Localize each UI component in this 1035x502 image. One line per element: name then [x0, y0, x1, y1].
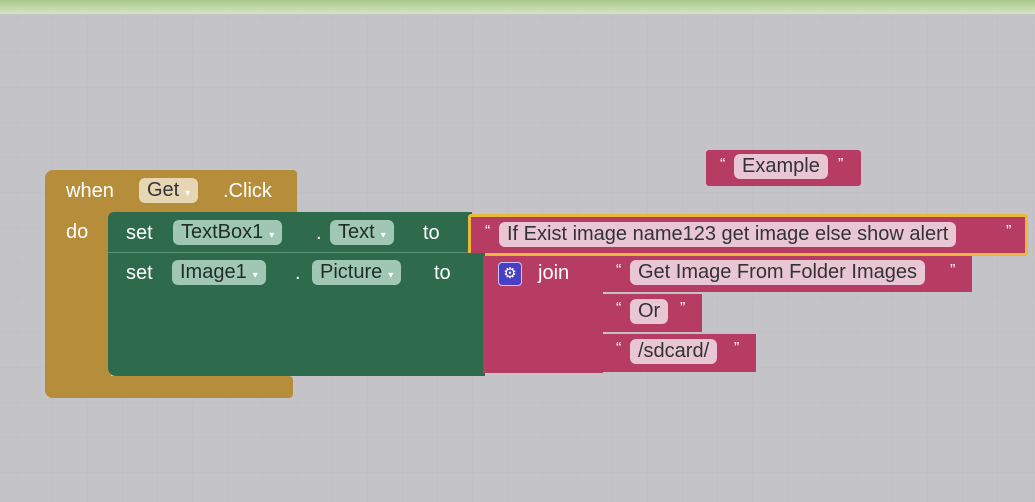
property-name: Text	[338, 221, 375, 243]
text-value[interactable]: Get Image From Folder Images	[630, 260, 925, 285]
event-name: .Click	[223, 180, 272, 202]
quote-open: “	[616, 340, 622, 357]
property-dropdown-picture[interactable]: Picture ▾	[312, 260, 402, 285]
component-name: Get	[147, 179, 180, 201]
quote-close: ”	[838, 156, 844, 173]
component-dropdown-image1[interactable]: Image1 ▾	[172, 260, 266, 285]
to-label: to	[423, 222, 440, 244]
dropdown-arrow-icon: ▾	[269, 230, 275, 241]
quote-close: ”	[950, 262, 956, 279]
quote-open: “	[616, 300, 622, 317]
text-block-join-item-1[interactable]: “ Get Image From Folder Images ”	[602, 256, 972, 292]
set-label: set	[126, 222, 153, 244]
component-dropdown-textbox1[interactable]: TextBox1 ▾	[173, 220, 283, 245]
dropdown-arrow-icon: ▾	[380, 230, 386, 241]
quote-close: ”	[734, 340, 740, 357]
dot: .	[295, 262, 301, 284]
dropdown-arrow-icon: ▾	[388, 270, 394, 281]
quote-close: ”	[1006, 223, 1012, 240]
property-dropdown-text[interactable]: Text ▾	[330, 220, 394, 245]
quote-open: “	[485, 223, 491, 240]
top-bar	[0, 0, 1035, 14]
set-label: set	[126, 262, 153, 284]
text-value[interactable]: If Exist image name123 get image else sh…	[499, 222, 957, 247]
text-block-example[interactable]: “ Example ”	[706, 150, 861, 186]
text-value[interactable]: Example	[734, 154, 828, 179]
text-block-join-item-3[interactable]: “ /sdcard/ ”	[602, 334, 756, 372]
property-name: Picture	[320, 261, 383, 283]
dropdown-arrow-icon: ▾	[252, 270, 258, 281]
text-value[interactable]: /sdcard/	[630, 339, 718, 364]
when-label: when	[66, 180, 114, 202]
component-name: Image1	[180, 261, 247, 283]
to-label: to	[434, 262, 451, 284]
dropdown-arrow-icon: ▾	[185, 188, 191, 199]
gear-icon[interactable]: ⚙	[498, 262, 522, 286]
dot: .	[316, 222, 322, 244]
quote-open: “	[720, 156, 726, 173]
do-label: do	[66, 221, 89, 243]
text-block-join-item-2[interactable]: “ Or ”	[602, 294, 702, 332]
quote-open: “	[616, 262, 622, 279]
text-value[interactable]: Or	[630, 299, 669, 324]
join-label: join	[538, 262, 570, 284]
component-dropdown-get[interactable]: Get ▾	[139, 178, 199, 203]
event-bottom	[45, 376, 293, 398]
text-block-alert[interactable]: “ If Exist image name123 get image else …	[468, 214, 1028, 256]
set-textbox-text-block[interactable]	[108, 212, 472, 253]
component-name: TextBox1	[181, 221, 264, 243]
quote-close: ”	[680, 300, 686, 317]
